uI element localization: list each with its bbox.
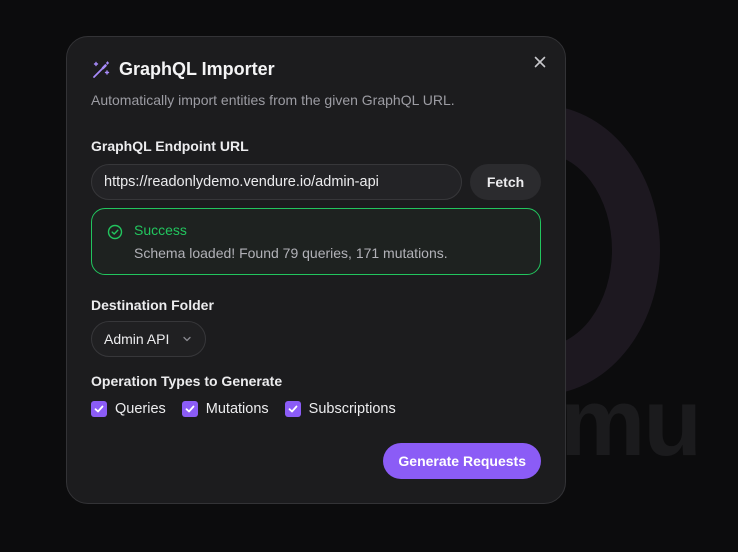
alert-title: Success xyxy=(134,222,187,238)
dialog-header: GraphQL Importer xyxy=(91,59,541,80)
mutations-label: Mutations xyxy=(205,401,269,417)
destination-folder-label: Destination Folder xyxy=(91,297,214,313)
generate-requests-button[interactable]: Generate Requests xyxy=(383,443,541,479)
fetch-button[interactable]: Fetch xyxy=(470,164,541,200)
queries-label: Queries xyxy=(115,401,166,417)
check-circle-icon xyxy=(107,224,123,240)
success-alert: Success Schema loaded! Found 79 queries,… xyxy=(91,208,541,275)
close-icon xyxy=(534,56,546,68)
endpoint-row: Fetch xyxy=(91,164,541,200)
background-text: mu xyxy=(560,369,702,476)
close-button[interactable] xyxy=(531,53,549,71)
queries-checkbox[interactable]: Queries xyxy=(91,401,166,417)
operation-types-group: Queries Mutations Subscriptions xyxy=(91,401,541,417)
alert-message: Schema loaded! Found 79 queries, 171 mut… xyxy=(134,245,448,261)
checkbox-checked-icon xyxy=(91,401,107,417)
operation-types-label: Operation Types to Generate xyxy=(91,373,283,389)
subscriptions-checkbox[interactable]: Subscriptions xyxy=(284,401,396,417)
dialog-title: GraphQL Importer xyxy=(119,59,275,79)
magic-wand-icon xyxy=(93,60,110,78)
graphql-importer-dialog: GraphQL Importer Automatically import en… xyxy=(66,36,566,504)
destination-folder-select[interactable]: Admin API xyxy=(91,321,207,357)
mutations-checkbox[interactable]: Mutations xyxy=(181,401,269,417)
endpoint-url-input[interactable] xyxy=(91,164,462,200)
checkbox-checked-icon xyxy=(284,401,301,417)
subscriptions-label: Subscriptions xyxy=(308,401,396,417)
folder-selected-value: Admin API xyxy=(104,331,170,347)
checkbox-checked-icon xyxy=(181,401,198,417)
chevron-down-icon xyxy=(183,336,192,342)
dialog-subtitle: Automatically import entities from the g… xyxy=(91,92,455,108)
endpoint-label: GraphQL Endpoint URL xyxy=(91,138,249,154)
